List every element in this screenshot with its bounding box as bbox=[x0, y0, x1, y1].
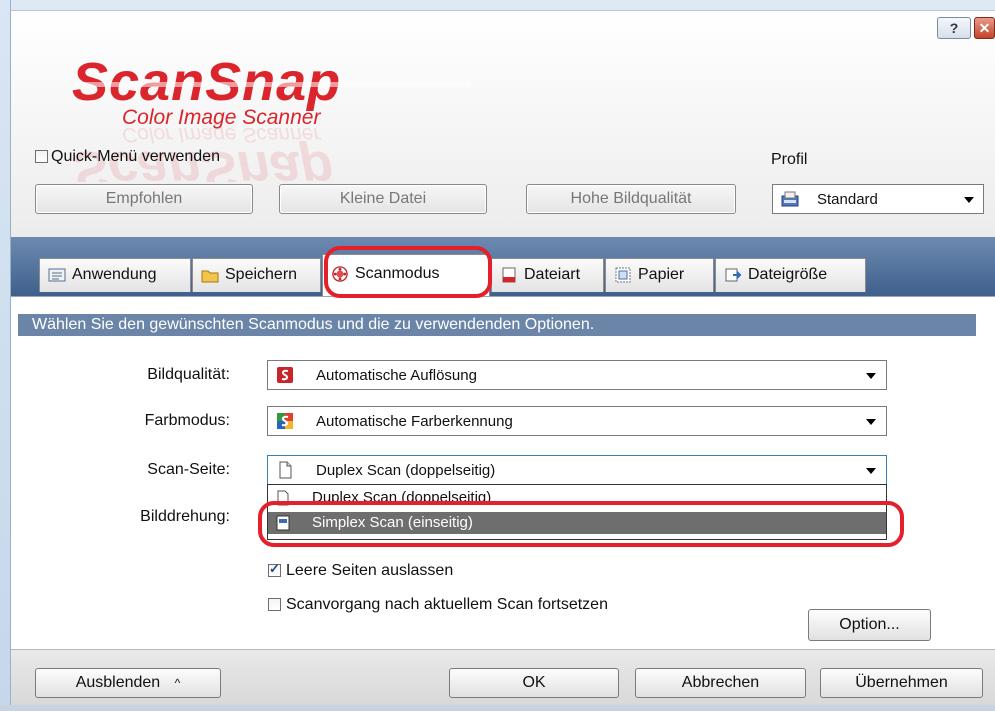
instruction-bar: Wählen Sie den gewünschten Scanmodus und… bbox=[18, 314, 976, 336]
leere-seiten-checkbox[interactable] bbox=[268, 561, 281, 578]
tab-label: Papier bbox=[638, 266, 685, 283]
chevron-down-icon bbox=[866, 468, 876, 474]
scanseite-label: Scan-Seite: bbox=[147, 461, 230, 478]
window-frame-top bbox=[0, 0, 995, 11]
bilddrehung-label: Bilddrehung: bbox=[140, 508, 230, 525]
tab-anwendung[interactable]: Anwendung bbox=[39, 258, 191, 292]
tab-dateiart[interactable]: Dateiart bbox=[491, 258, 604, 292]
tab-speichern[interactable]: Speichern bbox=[192, 258, 321, 292]
profil-dropdown[interactable]: Standard bbox=[772, 184, 984, 214]
tab-label: Speichern bbox=[225, 266, 298, 283]
ausblenden-button[interactable]: Ausblenden ^ bbox=[35, 668, 221, 698]
ok-button[interactable]: OK bbox=[449, 668, 619, 698]
bildqualitaet-value: Automatische Auflösung bbox=[316, 367, 477, 384]
farbmodus-label: Farbmodus: bbox=[144, 412, 230, 429]
profil-value: Standard bbox=[817, 191, 878, 208]
chevron-down-icon bbox=[866, 419, 876, 425]
fortsetzen-checkbox[interactable] bbox=[268, 598, 281, 612]
option-button[interactable]: Option... bbox=[808, 609, 931, 641]
tab-papier[interactable]: Papier bbox=[605, 258, 714, 292]
application-icon bbox=[48, 268, 66, 282]
profile-icon bbox=[781, 191, 799, 207]
paper-icon bbox=[615, 267, 631, 283]
profil-label: Profil bbox=[771, 151, 808, 168]
quick-menu-checkbox[interactable] bbox=[35, 150, 48, 164]
chevron-down-icon bbox=[866, 373, 876, 379]
tab-dateigroesse[interactable]: Dateigröße bbox=[715, 258, 866, 292]
abbrechen-button[interactable]: Abbrechen bbox=[635, 668, 806, 698]
quick-menu-label: Quick-Menü verwenden bbox=[51, 148, 220, 165]
scanseite-value: Duplex Scan (doppelseitig) bbox=[316, 462, 496, 479]
chevron-up-icon: ^ bbox=[174, 676, 181, 690]
farbmodus-dropdown[interactable]: Automatische Farberkennung bbox=[267, 406, 887, 436]
scanmodus-tab-highlight bbox=[324, 246, 492, 298]
tab-label: Anwendung bbox=[72, 266, 157, 283]
chevron-down-icon bbox=[964, 197, 974, 203]
farbmodus-value: Automatische Farberkennung bbox=[316, 413, 513, 430]
scansnap-settings-window: ? ✕ ScanSnap Color Image Scanner ScanSna… bbox=[0, 0, 995, 711]
bildqualitaet-label: Bildqualität: bbox=[147, 366, 230, 383]
folder-icon bbox=[201, 270, 219, 283]
preset-hohe-bildqualitaet-button[interactable]: Hohe Bildqualität bbox=[526, 184, 736, 214]
uebernehmen-button[interactable]: Übernehmen bbox=[820, 668, 983, 698]
ausblenden-label: Ausblenden bbox=[75, 674, 161, 691]
close-button[interactable]: ✕ bbox=[974, 17, 995, 39]
leere-seiten-option[interactable]: Leere Seiten auslassen bbox=[268, 561, 454, 580]
preset-empfohlen-button[interactable]: Empfohlen bbox=[35, 184, 253, 214]
fortsetzen-option[interactable]: Scanvorgang nach aktuellem Scan fortsetz… bbox=[268, 596, 608, 614]
leere-seiten-label: Leere Seiten auslassen bbox=[286, 562, 454, 579]
scanseite-dropdown[interactable]: Duplex Scan (doppelseitig) bbox=[267, 455, 887, 485]
svg-text:Color Image Scanner: Color Image Scanner bbox=[122, 123, 321, 146]
simplex-option-highlight bbox=[258, 501, 904, 547]
fortsetzen-label: Scanvorgang nach aktuellem Scan fortsetz… bbox=[286, 596, 608, 613]
tab-label: Dateiart bbox=[524, 266, 581, 283]
bildqualitaet-dropdown[interactable]: Automatische Auflösung bbox=[267, 360, 887, 390]
duplex-page-icon bbox=[279, 461, 292, 479]
filesize-icon bbox=[725, 268, 742, 282]
window-frame-bottom bbox=[0, 705, 995, 711]
window-frame-left bbox=[0, 0, 11, 705]
help-button[interactable]: ? bbox=[937, 17, 971, 39]
image-quality-icon bbox=[277, 367, 293, 383]
filetype-icon bbox=[502, 267, 516, 283]
preset-kleine-datei-button[interactable]: Kleine Datei bbox=[279, 184, 487, 214]
quick-menu-option[interactable]: Quick-Menü verwenden bbox=[35, 148, 220, 166]
tab-label: Dateigröße bbox=[748, 266, 828, 283]
color-mode-icon bbox=[277, 413, 293, 429]
